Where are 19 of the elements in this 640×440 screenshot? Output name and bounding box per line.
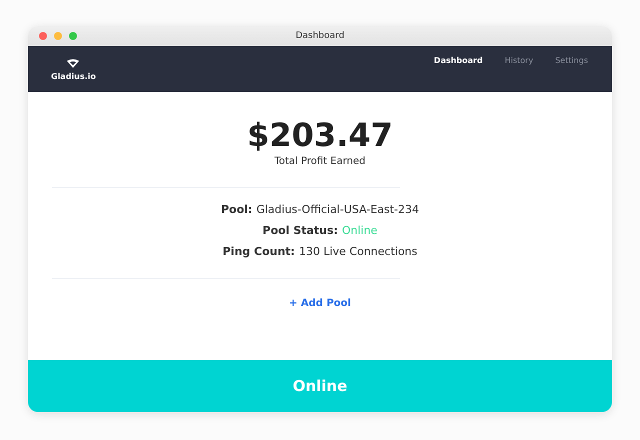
- maximize-icon[interactable]: [69, 32, 77, 40]
- nav-tab[interactable]: Dashboard: [434, 56, 483, 92]
- profit-amount: $203.47: [247, 116, 393, 154]
- detail-label: Pool Status:: [262, 224, 338, 237]
- detail-label: Ping Count:: [222, 245, 295, 258]
- add-pool-link[interactable]: + Add Pool: [289, 298, 351, 309]
- nav-tab[interactable]: History: [504, 56, 534, 92]
- brand-name: Gladius.io: [51, 72, 96, 81]
- status-bar: Online: [28, 360, 612, 412]
- profit-caption: Total Profit Earned: [274, 156, 366, 167]
- status-value: Online: [342, 224, 378, 237]
- nav-tab[interactable]: Settings: [555, 56, 588, 92]
- minimize-icon[interactable]: [54, 32, 62, 40]
- detail-value: 130 Live Connections: [298, 245, 418, 258]
- window-title: Dashboard: [296, 31, 344, 41]
- detail-label: Pool:: [220, 203, 252, 216]
- detail-value: Gladius-Official-USA-East-234: [256, 203, 420, 216]
- logo-icon: [66, 58, 80, 69]
- close-icon[interactable]: [39, 32, 47, 40]
